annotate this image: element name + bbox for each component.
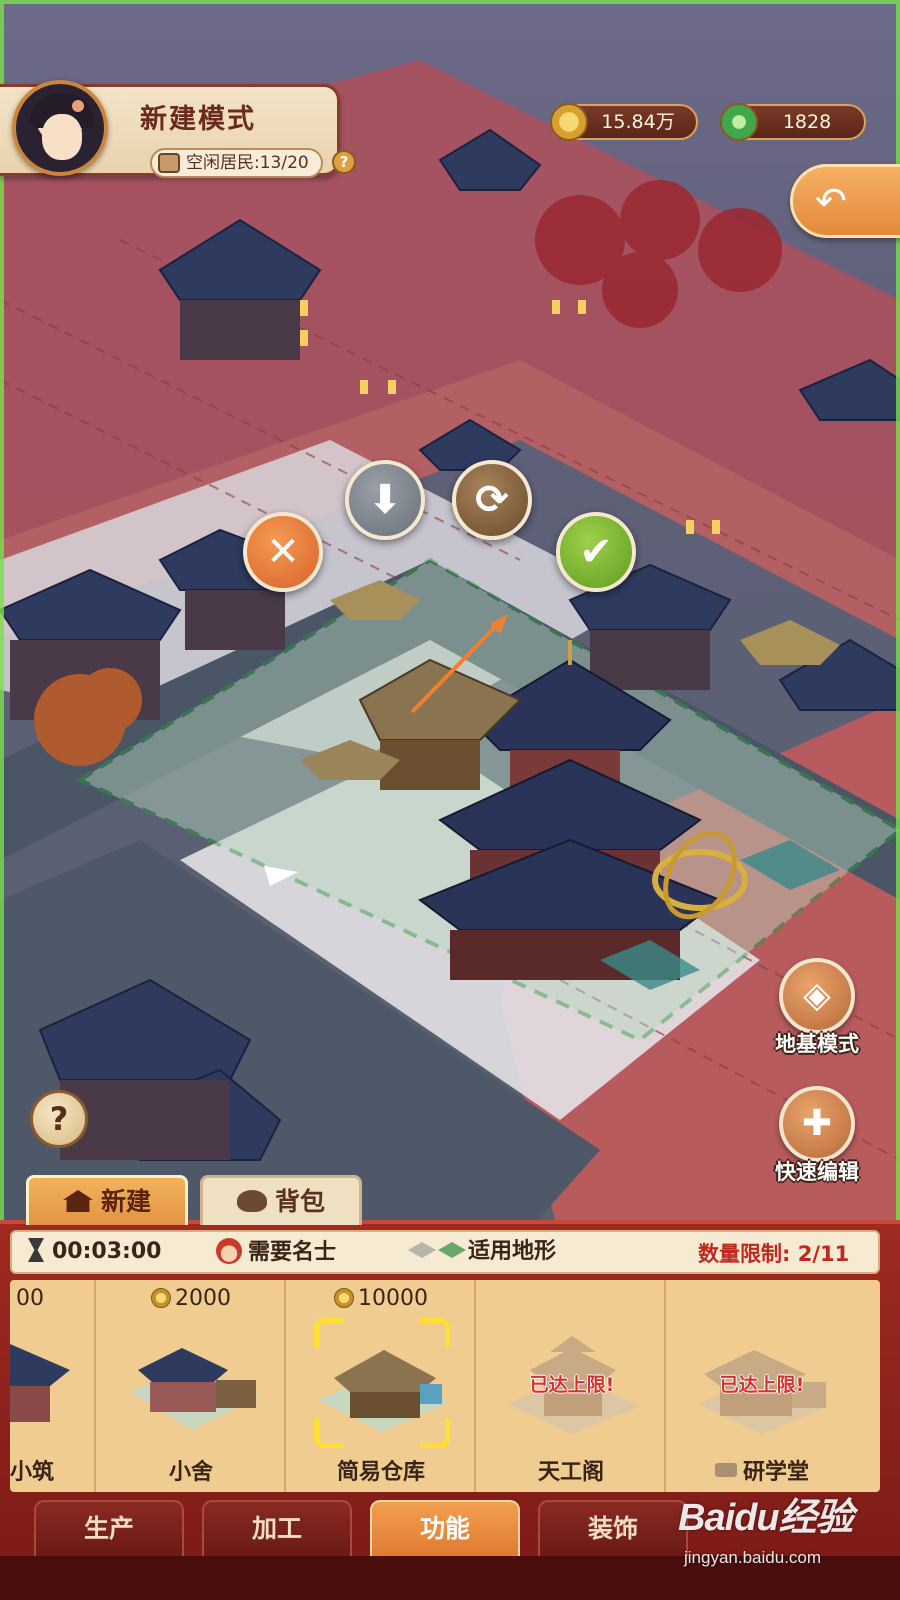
card-price: 00: [10, 1286, 94, 1311]
house-icon: [62, 1190, 93, 1212]
limit-reached-label: 已达上限!: [719, 1374, 805, 1396]
building-card[interactable]: 2000 小舍: [98, 1280, 286, 1492]
category-tab-production[interactable]: 生产: [34, 1500, 184, 1556]
building-card-disabled[interactable]: 已达上限! 天工阁: [478, 1280, 666, 1492]
coin-icon: [550, 103, 588, 141]
category-tab-decoration[interactable]: 装饰: [538, 1500, 688, 1556]
card-name: 小筑: [10, 1460, 54, 1485]
tab-backpack[interactable]: 背包: [200, 1175, 362, 1225]
build-timer-text: 00:03:00: [52, 1239, 162, 1264]
coin-amount: 15.84万: [601, 111, 675, 133]
foundation-mode-label: 地基模式: [775, 1032, 859, 1056]
card-price-value: 10000: [358, 1286, 428, 1311]
category-tab-processing[interactable]: 加工: [202, 1500, 352, 1556]
help-button[interactable]: ?: [30, 1090, 88, 1148]
avatar-face: [42, 114, 82, 160]
bag-icon: [236, 1190, 267, 1212]
jade-icon: [720, 103, 758, 141]
building-card-disabled[interactable]: 已达上限! 研学堂: [668, 1280, 856, 1492]
quick-edit-label: 快速编辑: [775, 1160, 859, 1184]
game-world-view[interactable]: [0, 0, 900, 1240]
baidu-watermark: Baidu经验 jingyan.baidu.com: [670, 1478, 870, 1578]
rotate-building-button[interactable]: ⟳: [452, 460, 532, 540]
watermark-logo: Baidu经验: [678, 1497, 854, 1539]
scholar-requirement: 需要名士: [216, 1238, 336, 1267]
terrain-green-icon: [438, 1242, 466, 1258]
card-thumbnail: [318, 1350, 450, 1432]
tab-backpack-label: 背包: [274, 1187, 325, 1216]
move-arrows-icon: ✚: [779, 1086, 855, 1162]
card-name: 小舍: [168, 1460, 213, 1485]
card-thumbnail: [10, 1344, 70, 1422]
card-name: 简易仓库: [336, 1460, 425, 1485]
card-thumbnail: [130, 1348, 260, 1430]
terrain-info-text: 适用地形: [468, 1239, 557, 1264]
terrain-info: 适用地形: [408, 1238, 556, 1266]
scroll-icon: [714, 1463, 737, 1477]
idle-residents-text: 空闲居民:13/20: [186, 153, 309, 173]
terrain-grey-icon: [408, 1242, 436, 1258]
exit-build-mode-button[interactable]: ↶: [790, 164, 900, 238]
card-price-value: 2000: [175, 1286, 231, 1311]
tab-new-build[interactable]: 新建: [26, 1175, 188, 1225]
build-timer: 00:03:00: [28, 1238, 161, 1266]
store-to-backpack-button[interactable]: ⬇: [345, 460, 425, 540]
jade-amount: 1828: [782, 111, 832, 133]
coin-icon: [151, 1288, 171, 1308]
card-price: 2000: [98, 1286, 284, 1311]
confirm-placement-button[interactable]: ✔: [556, 512, 636, 592]
card-price-value: 00: [16, 1286, 44, 1311]
foundation-mode-button[interactable]: ◈ 地基模式: [772, 958, 862, 1058]
avatar-hair-flower: [72, 100, 84, 112]
idle-residents-counter: 空闲居民:13/20: [150, 148, 323, 178]
player-avatar[interactable]: [12, 80, 108, 176]
mode-title: 新建模式: [140, 104, 256, 135]
coin-icon: [334, 1288, 354, 1308]
category-tab-function[interactable]: 功能: [370, 1500, 520, 1556]
scholar-icon: [216, 1238, 242, 1264]
scholar-requirement-text: 需要名士: [248, 1240, 337, 1265]
hourglass-icon: [28, 1238, 44, 1262]
building-card-selected[interactable]: 10000 简易仓库: [288, 1280, 476, 1492]
limit-reached-label: 已达上限!: [529, 1374, 615, 1396]
residents-help-button[interactable]: ?: [332, 150, 356, 174]
city-scene: [0, 0, 900, 1240]
resident-icon: [158, 153, 180, 173]
card-price: 10000: [288, 1286, 474, 1311]
coin-balance[interactable]: 15.84万: [550, 103, 698, 141]
foundation-grid-icon: ◈: [779, 958, 855, 1034]
watermark-url: jingyan.baidu.com: [684, 1548, 822, 1567]
building-card[interactable]: 00 小筑: [10, 1280, 96, 1492]
tab-new-build-label: 新建: [100, 1187, 151, 1216]
quick-edit-button[interactable]: ✚ 快速编辑: [772, 1086, 862, 1186]
card-name: 天工阁: [537, 1460, 604, 1485]
building-card-list[interactable]: 00 小筑 2000 小舍 10000 简易仓库 已达上限! 天工阁 已达上限!…: [10, 1280, 880, 1492]
jade-balance[interactable]: 1828: [720, 103, 866, 141]
quantity-limit: 数量限制: 2/11: [698, 1242, 850, 1266]
cancel-placement-button[interactable]: ✕: [243, 512, 323, 592]
back-arrow-icon: ↶: [815, 179, 847, 223]
